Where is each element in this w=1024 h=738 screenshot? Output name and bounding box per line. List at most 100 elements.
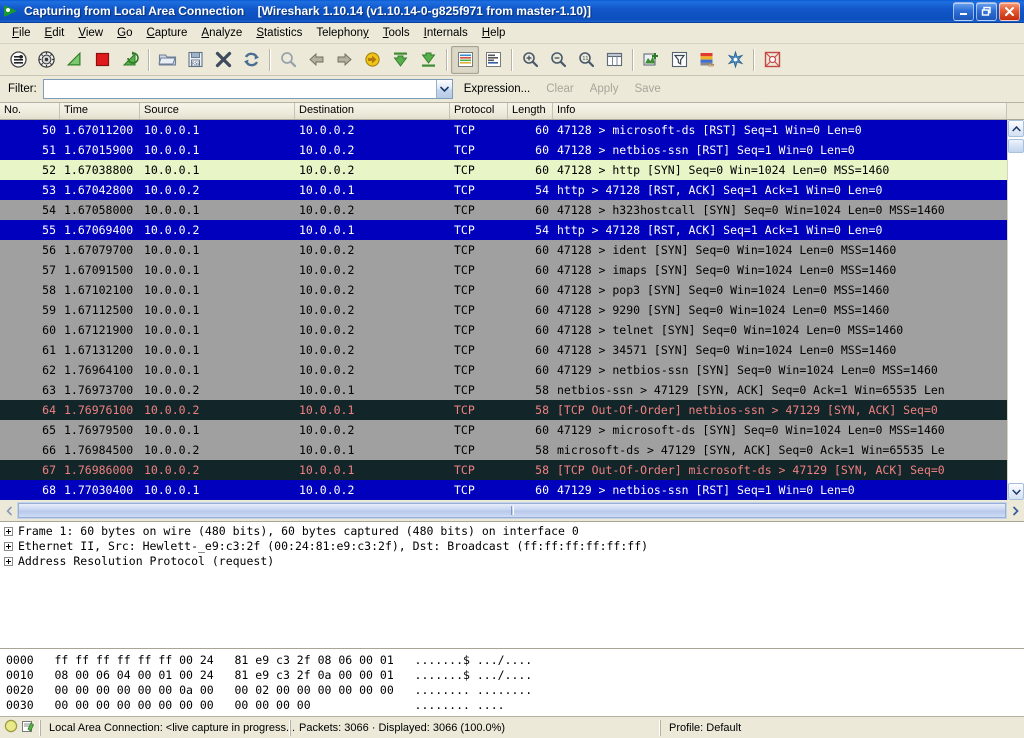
packet-row[interactable]: 671.7698600010.0.0.210.0.0.1TCP58[TCP Ou…: [0, 460, 1007, 480]
packet-row[interactable]: 511.6701590010.0.0.110.0.0.2TCP6047128 >…: [0, 140, 1007, 160]
stop-capture-icon[interactable]: [88, 46, 116, 74]
capture-options-icon[interactable]: [32, 46, 60, 74]
interfaces-list-icon[interactable]: [4, 46, 32, 74]
column-header-length[interactable]: Length: [508, 103, 553, 119]
detail-row[interactable]: Address Resolution Protocol (request): [0, 554, 1024, 569]
menu-tools[interactable]: Tools: [376, 25, 417, 41]
filter-input[interactable]: [44, 81, 436, 97]
minimize-button[interactable]: [953, 2, 974, 21]
expert-info-icon[interactable]: [21, 719, 35, 736]
packet-row[interactable]: 591.6711250010.0.0.110.0.0.2TCP6047128 >…: [0, 300, 1007, 320]
zoom-reset-icon[interactable]: 11: [572, 46, 600, 74]
maximize-restore-button[interactable]: [976, 2, 997, 21]
packet-row[interactable]: 621.7696410010.0.0.110.0.0.2TCP6047129 >…: [0, 360, 1007, 380]
packet-row[interactable]: 631.7697370010.0.0.210.0.0.1TCP58netbios…: [0, 380, 1007, 400]
go-to-last-icon[interactable]: [414, 46, 442, 74]
packet-row[interactable]: 531.6704280010.0.0.210.0.0.1TCP54http > …: [0, 180, 1007, 200]
go-to-first-icon[interactable]: [386, 46, 414, 74]
menu-file[interactable]: File: [5, 25, 38, 41]
packet-row[interactable]: 541.6705800010.0.0.110.0.0.2TCP6047128 >…: [0, 200, 1007, 220]
preferences-icon[interactable]: [721, 46, 749, 74]
clear-filter-button[interactable]: Clear: [541, 81, 578, 97]
packet-list-vertical-scrollbar[interactable]: [1007, 120, 1024, 500]
packet-row[interactable]: 581.6710210010.0.0.110.0.0.2TCP6047128 >…: [0, 280, 1007, 300]
capture-running-icon[interactable]: [4, 719, 18, 736]
colorize-icon[interactable]: [479, 46, 507, 74]
packet-row[interactable]: 551.6706940010.0.0.210.0.0.1TCP54http > …: [0, 220, 1007, 240]
status-profile-text[interactable]: Profile: Default: [660, 720, 1024, 736]
vertical-scroll-thumb[interactable]: [1008, 139, 1024, 153]
menu-statistics[interactable]: Statistics: [249, 25, 309, 41]
open-file-icon[interactable]: [153, 46, 181, 74]
close-file-icon[interactable]: [209, 46, 237, 74]
menu-capture[interactable]: Capture: [139, 25, 194, 41]
packet-row[interactable]: 651.7697950010.0.0.110.0.0.2TCP6047129 >…: [0, 420, 1007, 440]
reload-file-icon[interactable]: [237, 46, 265, 74]
menu-view[interactable]: View: [71, 25, 110, 41]
packet-row[interactable]: 521.6703880010.0.0.110.0.0.2TCP6047128 >…: [0, 160, 1007, 180]
vertical-scroll-track[interactable]: [1008, 137, 1024, 483]
packet-cell-destination: 10.0.0.2: [295, 120, 450, 140]
go-to-packet-icon[interactable]: [358, 46, 386, 74]
packet-bytes-pane[interactable]: 0000 ff ff ff ff ff ff 00 24 81 e9 c3 2f…: [0, 648, 1024, 716]
go-forward-icon[interactable]: [330, 46, 358, 74]
expand-plus-icon[interactable]: [4, 527, 13, 536]
apply-filter-button[interactable]: Apply: [585, 81, 624, 97]
scroll-right-arrow-icon[interactable]: [1007, 502, 1023, 519]
expand-plus-icon[interactable]: [4, 542, 13, 551]
packet-list-horizontal-scrollbar[interactable]: [0, 500, 1024, 521]
column-header-protocol[interactable]: Protocol: [450, 103, 508, 119]
auto-scroll-icon[interactable]: [451, 46, 479, 74]
menu-internals[interactable]: Internals: [417, 25, 475, 41]
zoom-in-icon[interactable]: [516, 46, 544, 74]
chevron-down-icon[interactable]: [436, 80, 452, 98]
column-header-info[interactable]: Info: [553, 103, 1007, 119]
expand-plus-icon[interactable]: [4, 557, 13, 566]
resize-columns-icon[interactable]: [600, 46, 628, 74]
packet-cell-no: 65: [0, 420, 60, 440]
menu-edit[interactable]: Edit: [38, 25, 72, 41]
packet-cell-destination: 10.0.0.2: [295, 140, 450, 160]
horizontal-scroll-thumb[interactable]: [18, 503, 1006, 518]
scroll-left-arrow-icon[interactable]: [1, 502, 17, 519]
capture-filters-icon[interactable]: [637, 46, 665, 74]
column-header-no[interactable]: No.: [0, 103, 60, 119]
help-contents-icon[interactable]: [758, 46, 786, 74]
menu-telephony[interactable]: Telephony: [309, 25, 375, 41]
packet-cell-info: 47128 > netbios-ssn [RST] Seq=1 Win=0 Le…: [553, 140, 1007, 160]
scroll-down-arrow-icon[interactable]: [1008, 483, 1024, 500]
scroll-up-arrow-icon[interactable]: [1008, 120, 1024, 137]
display-filters-icon[interactable]: [665, 46, 693, 74]
detail-row[interactable]: Frame 1: 60 bytes on wire (480 bits), 60…: [0, 524, 1024, 539]
packet-row[interactable]: 601.6712190010.0.0.110.0.0.2TCP6047128 >…: [0, 320, 1007, 340]
menu-help[interactable]: Help: [475, 25, 513, 41]
save-filter-button[interactable]: Save: [630, 81, 666, 97]
menu-go[interactable]: Go: [110, 25, 139, 41]
close-button[interactable]: [999, 2, 1020, 21]
go-back-icon[interactable]: [302, 46, 330, 74]
expression-button[interactable]: Expression...: [459, 81, 535, 97]
detail-row[interactable]: Ethernet II, Src: Hewlett-_e9:c3:2f (00:…: [0, 539, 1024, 554]
find-packet-icon[interactable]: [274, 46, 302, 74]
horizontal-scroll-track[interactable]: [17, 502, 1007, 519]
packet-row[interactable]: 661.7698450010.0.0.210.0.0.1TCP58microso…: [0, 440, 1007, 460]
menu-analyze[interactable]: Analyze: [194, 25, 249, 41]
packet-row[interactable]: 681.7703040010.0.0.110.0.0.2TCP6047129 >…: [0, 480, 1007, 500]
column-header-time[interactable]: Time: [60, 103, 140, 119]
packet-row[interactable]: 571.6709150010.0.0.110.0.0.2TCP6047128 >…: [0, 260, 1007, 280]
packet-row[interactable]: 641.7697610010.0.0.210.0.0.1TCP58[TCP Ou…: [0, 400, 1007, 420]
coloring-rules-icon[interactable]: [693, 46, 721, 74]
column-header-source[interactable]: Source: [140, 103, 295, 119]
start-capture-icon[interactable]: [60, 46, 88, 74]
filter-combobox[interactable]: [43, 79, 453, 99]
packet-cell-no: 54: [0, 200, 60, 220]
packet-row[interactable]: 501.6701120010.0.0.110.0.0.2TCP6047128 >…: [0, 120, 1007, 140]
column-header-destination[interactable]: Destination: [295, 103, 450, 119]
packet-row[interactable]: 611.6713120010.0.0.110.0.0.2TCP6047128 >…: [0, 340, 1007, 360]
packet-cell-source: 10.0.0.2: [140, 400, 295, 420]
restart-capture-icon[interactable]: [116, 46, 144, 74]
save-file-icon[interactable]: RSB: [181, 46, 209, 74]
zoom-out-icon[interactable]: [544, 46, 572, 74]
packet-row[interactable]: 561.6707970010.0.0.110.0.0.2TCP6047128 >…: [0, 240, 1007, 260]
packet-details-pane[interactable]: Frame 1: 60 bytes on wire (480 bits), 60…: [0, 521, 1024, 648]
